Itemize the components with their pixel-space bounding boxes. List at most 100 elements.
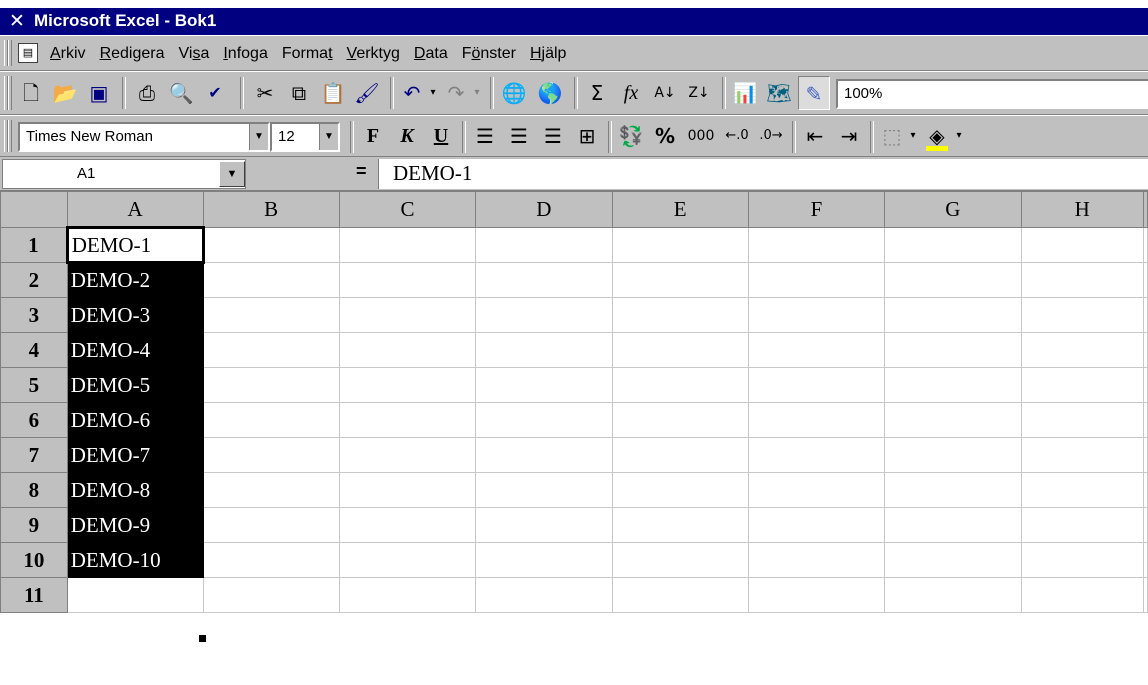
column-header[interactable] xyxy=(1143,191,1148,228)
grid-cell[interactable] xyxy=(747,577,886,613)
undo-dropdown-icon[interactable]: ▾ xyxy=(426,76,440,110)
decrease-indent-icon[interactable]: ⇤ xyxy=(800,119,830,153)
grid-cell[interactable] xyxy=(338,542,477,578)
font-size-select[interactable]: 12 ▼ xyxy=(270,122,340,152)
column-header[interactable]: C xyxy=(338,191,477,228)
grid-cell[interactable] xyxy=(611,367,749,403)
grid-cell[interactable] xyxy=(1020,437,1145,473)
grid-cell[interactable] xyxy=(475,402,613,438)
grid-cell[interactable] xyxy=(1143,402,1148,438)
grid-cell[interactable]: DEMO-10 xyxy=(66,542,204,578)
open-folder-icon[interactable]: 📂 xyxy=(50,76,80,110)
grid-cell[interactable]: DEMO-7 xyxy=(66,437,204,473)
grid-cell[interactable] xyxy=(611,542,749,578)
grid-cell[interactable] xyxy=(1143,262,1148,298)
grid-cell[interactable] xyxy=(1020,367,1145,403)
sort-descending-icon[interactable]: Z↓ xyxy=(684,76,714,110)
paste-function-fx-icon[interactable]: fx xyxy=(616,76,646,110)
row-header[interactable]: 6 xyxy=(0,402,68,438)
format-painter-brush-icon[interactable]: 🖌 xyxy=(352,76,382,110)
grid-cell[interactable]: DEMO-8 xyxy=(66,472,204,508)
grid-cell[interactable] xyxy=(338,262,477,298)
grid-cell[interactable] xyxy=(1143,332,1148,368)
toolbar-grip[interactable] xyxy=(8,76,12,110)
grid-cell[interactable] xyxy=(202,577,340,613)
grid-cell[interactable]: DEMO-2 xyxy=(66,262,204,298)
grid-cell[interactable]: DEMO-6 xyxy=(66,402,204,438)
menu-item[interactable]: Fönster xyxy=(462,45,516,63)
increase-indent-icon[interactable]: ⇥ xyxy=(834,119,864,153)
grid-cell[interactable] xyxy=(611,332,749,368)
grid-cell[interactable] xyxy=(475,367,613,403)
column-header[interactable]: F xyxy=(747,191,886,228)
menu-item[interactable]: Format xyxy=(282,45,333,63)
decrease-decimal-icon[interactable]: .0→ xyxy=(756,119,786,153)
grid-cell[interactable] xyxy=(202,227,340,263)
merge-center-icon[interactable]: ⊞ xyxy=(572,119,602,153)
borders-dropdown-icon[interactable]: ▾ xyxy=(906,119,920,153)
drawing-toolbar-icon[interactable]: ✎ xyxy=(798,76,830,110)
title-bar[interactable]: ✕ Microsoft Excel - Bok1 xyxy=(0,8,1148,35)
grid-cell[interactable] xyxy=(747,227,886,263)
grid-cell[interactable] xyxy=(884,332,1022,368)
spelling-icon[interactable]: ✔ xyxy=(200,76,230,110)
grid-cell[interactable] xyxy=(1020,227,1145,263)
grid-cell[interactable] xyxy=(1143,507,1148,543)
grid-cell[interactable] xyxy=(1143,472,1148,508)
underline-button[interactable]: U xyxy=(426,119,456,153)
save-disk-icon[interactable]: ▣ xyxy=(84,76,114,110)
row-header[interactable]: 11 xyxy=(0,577,68,613)
web-toolbar-globe-icon[interactable]: 🌎 xyxy=(534,76,566,110)
menubar-grip[interactable] xyxy=(8,40,12,66)
grid-cell[interactable] xyxy=(1143,367,1148,403)
grid-cell[interactable] xyxy=(1143,227,1148,263)
grid-cell[interactable] xyxy=(884,297,1022,333)
grid-cell[interactable]: DEMO-3 xyxy=(66,297,204,333)
grid-cell[interactable] xyxy=(202,402,340,438)
cut-scissors-icon[interactable]: ✂ xyxy=(250,76,280,110)
grid-cell[interactable] xyxy=(202,542,340,578)
grid-cell[interactable]: DEMO-9 xyxy=(66,507,204,543)
comma-style-button[interactable]: 000 xyxy=(684,119,718,153)
grid-cell[interactable] xyxy=(747,402,886,438)
zoom-select[interactable]: 100% xyxy=(836,79,1148,109)
grid-cell[interactable] xyxy=(475,542,613,578)
row-header[interactable]: 5 xyxy=(0,367,68,403)
grid-cell[interactable] xyxy=(747,367,886,403)
column-header[interactable]: E xyxy=(611,191,749,228)
grid-cell[interactable] xyxy=(202,367,340,403)
grid-cell[interactable]: DEMO-4 xyxy=(66,332,204,368)
grid-cell[interactable] xyxy=(611,437,749,473)
edit-formula-button[interactable]: = xyxy=(356,161,367,182)
grid-cell[interactable] xyxy=(475,297,613,333)
row-header[interactable]: 4 xyxy=(0,332,68,368)
select-all-corner[interactable] xyxy=(0,191,68,228)
grid-cell[interactable]: DEMO-1 xyxy=(65,226,205,264)
currency-style-icon[interactable]: 💱 xyxy=(616,119,646,153)
redo-icon[interactable]: ↷ xyxy=(442,76,470,110)
grid-cell[interactable] xyxy=(884,472,1022,508)
menu-item[interactable]: Infoga xyxy=(223,45,268,63)
name-box-dropdown-icon[interactable]: ▼ xyxy=(219,161,245,187)
grid-cell[interactable] xyxy=(202,507,340,543)
menu-item[interactable]: Visa xyxy=(179,45,210,63)
grid-cell[interactable] xyxy=(884,437,1022,473)
undo-icon[interactable]: ↶ xyxy=(398,76,426,110)
row-header[interactable]: 1 xyxy=(0,227,68,263)
row-header[interactable]: 8 xyxy=(0,472,68,508)
redo-dropdown-icon[interactable]: ▾ xyxy=(470,76,484,110)
grid-cell[interactable] xyxy=(611,472,749,508)
paste-clipboard-icon[interactable]: 📋 xyxy=(318,76,348,110)
grid-cell[interactable] xyxy=(1020,472,1145,508)
grid-cell[interactable] xyxy=(884,227,1022,263)
column-header[interactable]: B xyxy=(202,191,340,228)
row-header[interactable]: 9 xyxy=(0,507,68,543)
grid-cell[interactable] xyxy=(1143,577,1148,613)
grid-cell[interactable] xyxy=(884,262,1022,298)
grid-cell[interactable] xyxy=(747,472,886,508)
grid-cell[interactable] xyxy=(475,507,613,543)
grid-cell[interactable] xyxy=(1143,542,1148,578)
italic-button[interactable]: K xyxy=(392,119,422,153)
grid-cell[interactable] xyxy=(747,542,886,578)
grid-cell[interactable] xyxy=(747,332,886,368)
